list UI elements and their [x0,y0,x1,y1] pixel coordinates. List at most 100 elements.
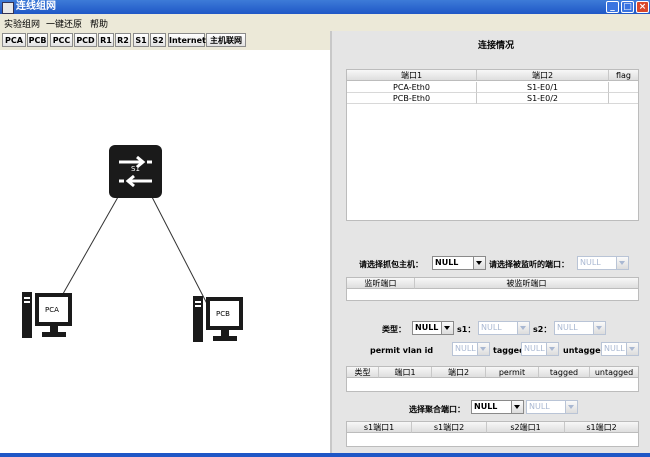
table-header: s1端口1 s1端口2 s2端口1 s1端口2 [347,422,638,433]
aggregation-port2-select[interactable]: NULL [526,400,578,414]
table-cell [609,82,638,93]
switch-label: S1 [131,165,140,173]
table-row[interactable]: PCA-Eth0 S1-E0/1 [347,82,638,93]
vlan-table: 类型 端口1 端口2 permit tagged untagged [346,366,639,392]
aggregation-port-value: NULL [474,402,498,411]
chevron-down-icon [565,401,577,413]
aggregation-port2-value: NULL [529,402,550,411]
vlan-type-select[interactable]: NULL [412,321,454,335]
toolbar-button-s2[interactable]: S2 [150,33,166,47]
toolbar-button-r1[interactable]: R1 [98,33,114,47]
capture-table: 监听端口 被监听端口 [346,277,639,301]
tagged-select[interactable]: NULL [521,342,559,356]
s1-label: s1： [457,325,476,334]
toolbar-button-pcb[interactable]: PCB [27,33,48,47]
capture-port-value: NULL [580,258,601,267]
chevron-down-icon [616,257,628,269]
column-header-port2[interactable]: 端口2 [432,367,486,378]
column-header-port1[interactable]: 端口1 [379,367,432,378]
toolbar-button-host-network[interactable]: 主机联网 [206,33,246,47]
menu-item-help[interactable]: 帮助 [90,17,108,30]
app-icon [2,2,14,14]
minimize-button[interactable]: _ [606,1,619,13]
host-pca[interactable]: PCA [22,292,74,340]
column-header-untagged[interactable]: untagged [590,367,638,378]
switch-s1[interactable]: S1 [109,145,162,198]
column-header-flag[interactable]: flag [609,70,638,81]
toolbar-button-pcd[interactable]: PCD [74,33,97,47]
maximize-button[interactable]: □ [621,1,634,13]
host-pca-label: PCA [45,306,59,314]
column-header-tagged[interactable]: tagged [539,367,590,378]
aggregation-port-select[interactable]: NULL [471,400,524,414]
toolbar-button-s1[interactable]: S1 [133,33,149,47]
permit-vlan-select[interactable]: NULL [452,342,490,356]
column-header-port1[interactable]: 端口1 [347,70,477,81]
chevron-down-icon [546,343,558,355]
vlan-type-label: 类型： [382,325,406,334]
window-title: 连线组网 [16,1,56,12]
untagged-value: NULL [604,344,625,353]
close-button[interactable]: × [636,1,649,13]
topology-canvas[interactable]: S1 PCA PCB [0,50,330,453]
untagged-label: untagged [563,346,607,355]
column-header-monitor-port[interactable]: 监听端口 [347,278,415,289]
host-pcb[interactable]: PCB [193,296,245,344]
capture-host-label: 请选择抓包主机： [359,260,423,269]
table-cell: PCB-Eth0 [347,93,477,104]
table-cell: S1-E0/2 [477,93,609,104]
column-header-monitored-port[interactable]: 被监听端口 [415,278,638,289]
chevron-down-icon [441,322,453,334]
s2-port-value: NULL [557,323,578,332]
table-header: 端口1 端口2 flag [347,70,638,81]
tagged-value: NULL [524,344,545,353]
capture-host-value: NULL [435,258,459,267]
s1-port-select[interactable]: NULL [478,321,530,335]
host-pcb-label: PCB [216,310,230,318]
window-titlebar: 连线组网 _ □ × [0,0,650,14]
column-header-s2-port1[interactable]: s2端口1 [487,422,565,433]
window-bottom-border [0,453,650,457]
chevron-down-icon [626,343,638,355]
capture-host-select[interactable]: NULL [432,256,486,270]
untagged-select[interactable]: NULL [601,342,639,356]
chevron-down-icon [511,401,523,413]
capture-port-label: 请选择被监听的端口： [489,260,569,269]
vlan-type-value: NULL [415,323,439,332]
menu-bar: 实验组网 一键还原 帮助 [0,14,650,31]
chevron-down-icon [593,322,605,334]
table-header: 类型 端口1 端口2 permit tagged untagged [347,367,638,378]
menu-item-reset[interactable]: 一键还原 [46,17,82,30]
table-cell: PCA-Eth0 [347,82,477,93]
menu-item-experiment[interactable]: 实验组网 [4,17,40,30]
topology-links [46,196,219,326]
chevron-down-icon [477,343,489,355]
column-header-s1-port2[interactable]: s1端口2 [412,422,487,433]
capture-port-select[interactable]: NULL [577,256,629,270]
table-cell [609,93,638,104]
s1-port-value: NULL [481,323,502,332]
column-header-s1-port1[interactable]: s1端口1 [347,422,412,433]
column-header-permit[interactable]: permit [486,367,539,378]
table-cell: S1-E0/1 [477,82,609,93]
aggregation-label: 选择聚合端口： [409,405,465,414]
computer-icon [22,292,72,338]
column-header-type[interactable]: 类型 [347,367,379,378]
column-header-s2-port2[interactable]: s1端口2 [565,422,638,433]
toolbar-button-pcc[interactable]: PCC [50,33,73,47]
permit-vlan-value: NULL [455,344,476,353]
table-row[interactable]: PCB-Eth0 S1-E0/2 [347,93,638,104]
connections-table: 端口1 端口2 flag PCA-Eth0 S1-E0/1 PCB-Eth0 S… [346,69,639,221]
toolbar-button-internet[interactable]: Internet [168,33,206,47]
chevron-down-icon [517,322,529,334]
s2-label: s2： [533,325,552,334]
chevron-down-icon [473,257,485,269]
s2-port-select[interactable]: NULL [554,321,606,335]
computer-icon [193,296,243,342]
permit-vlan-label: permit vlan id [370,346,434,355]
aggregation-table: s1端口1 s1端口2 s2端口1 s1端口2 [346,421,639,447]
column-header-port2[interactable]: 端口2 [477,70,609,81]
toolbar-button-pca[interactable]: PCA [2,33,26,47]
toolbar-button-r2[interactable]: R2 [115,33,131,47]
table-header: 监听端口 被监听端口 [347,278,638,289]
